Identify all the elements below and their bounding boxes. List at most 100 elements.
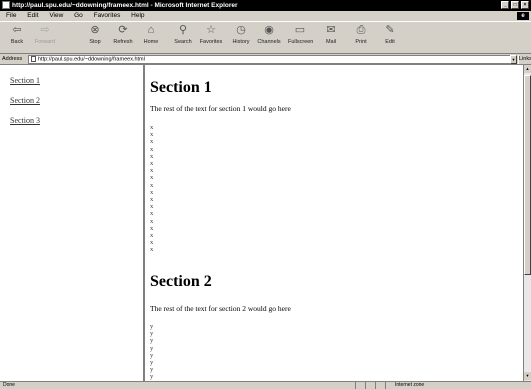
status-divider <box>385 382 386 389</box>
channels-icon: ◉ <box>264 24 274 36</box>
toolbar-button-label: Channels <box>257 39 281 45</box>
section-1-marker-line: x <box>150 210 154 218</box>
refresh-icon: ⟳ <box>118 24 128 36</box>
section-2-heading: Section 2 <box>150 273 212 290</box>
fullscreen-icon: ▭ <box>294 24 306 36</box>
toolbar-edit-button[interactable]: ✎ Edit <box>378 24 402 45</box>
toolbar-button-label: History <box>232 39 250 45</box>
section-2-text: The rest of the text for section 2 would… <box>150 304 291 313</box>
search-icon: ⚲ <box>178 24 188 36</box>
window-title: http://paul.spu.edu/~ddowning/frameex.ht… <box>12 2 238 9</box>
toolbar-button-label: Fullscreen <box>288 39 314 45</box>
vertical-scrollbar[interactable]: ▲ ▼ <box>523 65 531 381</box>
section-1-marker-line: x <box>150 124 154 131</box>
section-1-marker-line: x <box>150 239 154 247</box>
section-1-marker-line: x <box>150 131 154 139</box>
section-1-text: The rest of the text for section 1 would… <box>150 104 291 113</box>
menu-favorites[interactable]: Favorites <box>94 12 121 19</box>
toolbar-home-button[interactable]: ⌂ Home <box>139 24 163 45</box>
scroll-thumb[interactable] <box>524 75 531 275</box>
toolbar-button-label: Stop <box>89 39 101 45</box>
toolbar-button-label: Refresh <box>113 39 133 45</box>
toolbar-print-button[interactable]: ⎙ Print <box>349 24 373 45</box>
section-1-marker-line: x <box>150 138 154 146</box>
section-1-marker-line: x <box>150 246 154 254</box>
status-bar: Done Internet zone <box>0 381 531 389</box>
favorites-icon: ☆ <box>206 24 216 36</box>
scroll-down-icon[interactable]: ▼ <box>524 372 531 380</box>
section-2-marker-line: y <box>150 337 154 345</box>
nav-link-section-2[interactable]: Section 2 <box>10 96 40 105</box>
toolbar-forward-button[interactable]: ⇨ Forward <box>33 24 57 45</box>
browser-logo-icon <box>2 1 10 9</box>
toolbar-favorites-button[interactable]: ☆ Favorites <box>199 24 223 45</box>
address-label: Address <box>2 56 23 62</box>
section-1-marker-line: x <box>150 145 154 153</box>
status-divider <box>365 382 366 389</box>
address-url: http://paul.spu.edu/~ddowning/frameex.ht… <box>38 56 145 63</box>
toolbar-mail-button[interactable]: ✉ Mail <box>319 24 343 45</box>
toolbar-fullscreen-button[interactable]: ▭ Fullscreen <box>288 24 314 45</box>
standard-toolbar: ⇦ Back ⇨ Forward ⊗ Stop ⟳ Refresh ⌂ Home ⚲ Search ☆ F… <box>0 21 531 54</box>
toolbar-button-label: Mail <box>325 39 337 45</box>
toolbar-stop-button[interactable]: ⊗ Stop <box>83 24 107 45</box>
toolbar-button-label: Print <box>355 39 367 45</box>
section-1-marker-line: x <box>150 174 154 182</box>
nav-link-section-1[interactable]: Section 1 <box>10 76 40 85</box>
close-button[interactable]: × <box>521 1 529 9</box>
section-1-marker-line: x <box>150 217 154 225</box>
section-1-heading: Section 1 <box>150 79 212 96</box>
status-divider <box>375 382 376 389</box>
scroll-up-icon[interactable]: ▲ <box>524 65 531 73</box>
minimize-button[interactable]: _ <box>501 1 510 9</box>
status-text: Done <box>3 382 15 388</box>
section-1-marker-line: x <box>150 188 154 196</box>
content-frame: Section 1 The rest of the text for secti… <box>145 65 523 381</box>
section-1-marker-line: x <box>150 196 154 203</box>
mail-icon: ✉ <box>326 24 336 36</box>
section-1-marker-line: x <box>150 232 154 239</box>
menu-file[interactable]: File <box>6 12 16 19</box>
section-2-marker-line: y <box>150 359 154 366</box>
toolbar-button-label: Favorites <box>199 39 223 45</box>
section-1-marker-line: x <box>150 152 154 160</box>
print-icon: ⎙ <box>356 24 366 36</box>
links-button[interactable]: Links <box>518 55 531 64</box>
toolbar-refresh-button[interactable]: ⟳ Refresh <box>111 24 135 45</box>
window-controls: _ □ × <box>501 1 529 9</box>
nav-link-section-3[interactable]: Section 3 <box>10 116 40 125</box>
toolbar-button-label: Home <box>143 39 159 45</box>
menu-edit[interactable]: Edit <box>27 12 38 19</box>
forward-arrow-icon: ⇨ <box>40 24 50 36</box>
section-2-marker-line: y <box>150 373 154 381</box>
toolbar-button-label: Forward <box>34 39 56 45</box>
stop-icon: ⊗ <box>90 24 100 36</box>
menu-go[interactable]: Go <box>74 12 83 19</box>
toolbar-search-button[interactable]: ⚲ Search <box>171 24 195 45</box>
page-icon <box>31 56 36 62</box>
toolbar-back-button[interactable]: ⇦ Back <box>5 24 29 45</box>
menu-bar: File Edit View Go Favorites Help <box>0 11 531 21</box>
edit-icon: ✎ <box>385 24 395 36</box>
section-1-marker-line: x <box>150 181 154 189</box>
address-input[interactable]: http://paul.spu.edu/~ddowning/frameex.ht… <box>28 55 513 64</box>
title-bar: http://paul.spu.edu/~ddowning/frameex.ht… <box>0 0 531 11</box>
back-arrow-icon: ⇦ <box>12 24 22 36</box>
toolbar-history-button[interactable]: ◷ History <box>229 24 253 45</box>
maximize-button[interactable]: □ <box>511 1 520 9</box>
section-1-marker-line: x <box>150 160 154 167</box>
section-2-marker-line: y <box>150 330 154 338</box>
status-divider <box>355 382 356 389</box>
section-2-marker-line: y <box>150 366 154 374</box>
toolbar-button-label: Search <box>174 39 192 45</box>
section-1-marker-line: x <box>150 224 154 232</box>
toolbar-button-label: Back <box>10 39 24 45</box>
home-icon: ⌂ <box>147 24 155 36</box>
menu-view[interactable]: View <box>49 12 63 19</box>
menu-help[interactable]: Help <box>131 12 144 19</box>
toolbar-button-label: Edit <box>385 39 395 45</box>
toolbar-channels-button[interactable]: ◉ Channels <box>257 24 281 45</box>
address-dropdown-button[interactable]: ▼ <box>510 55 517 64</box>
throbber-logo: e <box>517 12 529 20</box>
section-1-marker-line: x <box>150 203 154 211</box>
